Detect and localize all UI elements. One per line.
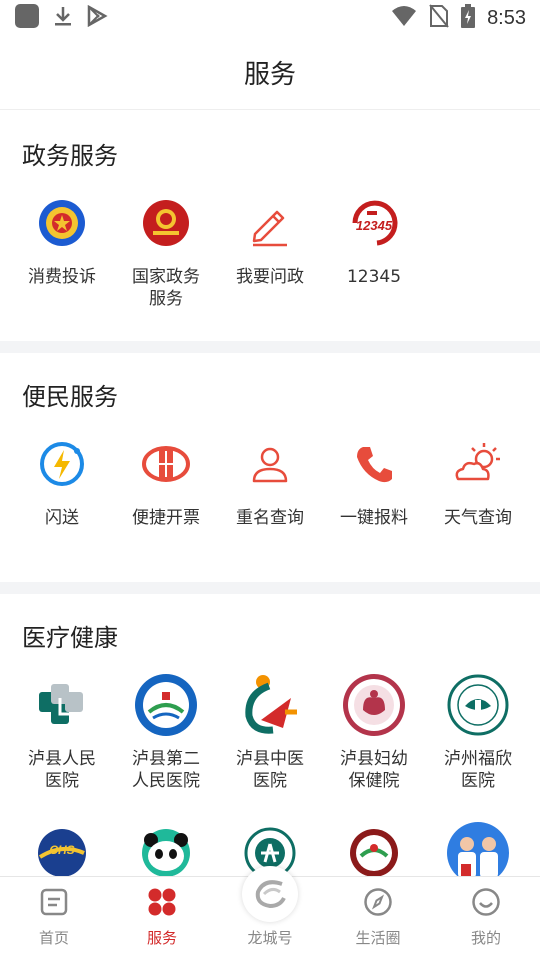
item-label: 消费投诉 xyxy=(28,267,96,287)
item-label: 泸县中医 医院 xyxy=(236,749,304,791)
item-label: 闪送 xyxy=(45,508,79,528)
app-icon xyxy=(14,3,40,33)
svg-text:12345: 12345 xyxy=(356,218,393,233)
item-label: 我要问政 xyxy=(236,267,304,287)
hospital-logo-5-icon xyxy=(443,670,513,740)
section-divider xyxy=(0,341,540,353)
status-time: 8:53 xyxy=(487,6,526,29)
tab-label: 服务 xyxy=(146,929,177,947)
service-flash-delivery[interactable]: 闪送 xyxy=(10,429,114,529)
hospital-logo-1-icon xyxy=(27,670,97,740)
item-label: 泸县妇幼 保健院 xyxy=(340,749,408,791)
service-ask-government[interactable]: 我要问政 xyxy=(218,188,322,310)
medical-services-grid: 泸县人民 医院 泸县第二 人民医院 泸县中医 医院 泸县妇幼 保健院 泸州福欣 … xyxy=(10,670,530,792)
page-header: 服务 xyxy=(0,36,540,110)
item-label: 泸县人民 医院 xyxy=(28,749,96,791)
svg-text:CHS: CHS xyxy=(49,843,74,857)
flash-delivery-icon xyxy=(27,429,97,499)
no-sim-icon xyxy=(429,4,449,32)
play-store-icon xyxy=(86,4,108,31)
item-label: 天气查询 xyxy=(444,508,512,528)
section-title-convenience: 便民服务 xyxy=(22,383,118,411)
item-label: 12345 xyxy=(346,267,402,287)
person-icon xyxy=(235,429,305,499)
hospital-luxian-second[interactable]: 泸县第二 人民医院 xyxy=(114,670,218,792)
download-icon xyxy=(52,5,74,31)
tab-mine[interactable]: 我的 xyxy=(432,877,540,960)
tab-label: 我的 xyxy=(470,929,501,947)
hospital-luxian-people[interactable]: 泸县人民 医院 xyxy=(10,670,114,792)
status-bar: 8:53 xyxy=(0,0,540,36)
section-title-medical: 医疗健康 xyxy=(22,624,118,652)
section-title-government: 政务服务 xyxy=(22,142,118,170)
hospital-logo-3-icon xyxy=(235,670,305,740)
tab-label: 龙城号 xyxy=(247,929,293,947)
status-right: 8:53 xyxy=(391,4,526,32)
grid-icon xyxy=(147,887,177,921)
hospital-logo-4-icon xyxy=(339,670,409,740)
hospital-luxian-maternal[interactable]: 泸县妇幼 保健院 xyxy=(322,670,426,792)
item-label: 便捷开票 xyxy=(132,508,200,528)
wifi-icon xyxy=(391,5,417,31)
service-hotline-12345[interactable]: 12345 12345 xyxy=(322,188,426,310)
phone-icon xyxy=(339,429,409,499)
pencil-icon xyxy=(235,188,305,258)
service-weather[interactable]: 天气查询 xyxy=(426,429,530,529)
hospital-logo-2-icon xyxy=(131,670,201,740)
hotline-12345-icon: 12345 xyxy=(339,188,409,258)
weather-icon xyxy=(443,429,513,499)
hospital-luzhou-fuxin[interactable]: 泸州福欣 医院 xyxy=(426,670,530,792)
national-emblem-icon xyxy=(131,188,201,258)
consumer-complaint-icon xyxy=(27,188,97,258)
service-report[interactable]: 一键报料 xyxy=(322,429,426,529)
service-name-search[interactable]: 重名查询 xyxy=(218,429,322,529)
item-label: 重名查询 xyxy=(236,508,304,528)
smile-icon xyxy=(471,887,501,921)
service-invoice[interactable]: 便捷开票 xyxy=(114,429,218,529)
tab-services[interactable]: 服务 xyxy=(108,877,216,960)
invoice-icon xyxy=(131,429,201,499)
tab-home[interactable]: 首页 xyxy=(0,877,108,960)
item-label: 泸州福欣 医院 xyxy=(444,749,512,791)
item-label: 国家政务 服务 xyxy=(132,267,200,309)
item-label: 泸县第二 人民医院 xyxy=(132,749,200,791)
dragon-city-icon[interactable] xyxy=(242,866,298,922)
home-icon xyxy=(39,887,69,921)
service-consumer-complaint[interactable]: 消费投诉 xyxy=(10,188,114,310)
tab-label: 生活圈 xyxy=(355,929,401,947)
section-divider xyxy=(0,582,540,594)
service-national-gov[interactable]: 国家政务 服务 xyxy=(114,188,218,310)
item-label: 一键报料 xyxy=(340,508,408,528)
government-services-grid: 消费投诉 国家政务 服务 我要问政 12345 12345 xyxy=(10,188,530,310)
tab-life-circle[interactable]: 生活圈 xyxy=(324,877,432,960)
compass-icon xyxy=(363,887,393,921)
battery-charging-icon xyxy=(461,4,476,32)
hospital-luxian-tcm[interactable]: 泸县中医 医院 xyxy=(218,670,322,792)
page-title: 服务 xyxy=(243,60,296,90)
status-left xyxy=(14,3,108,33)
convenience-services-grid: 闪送 便捷开票 重名查询 一键报料 天气查询 xyxy=(10,429,530,529)
tab-label: 首页 xyxy=(38,929,69,947)
